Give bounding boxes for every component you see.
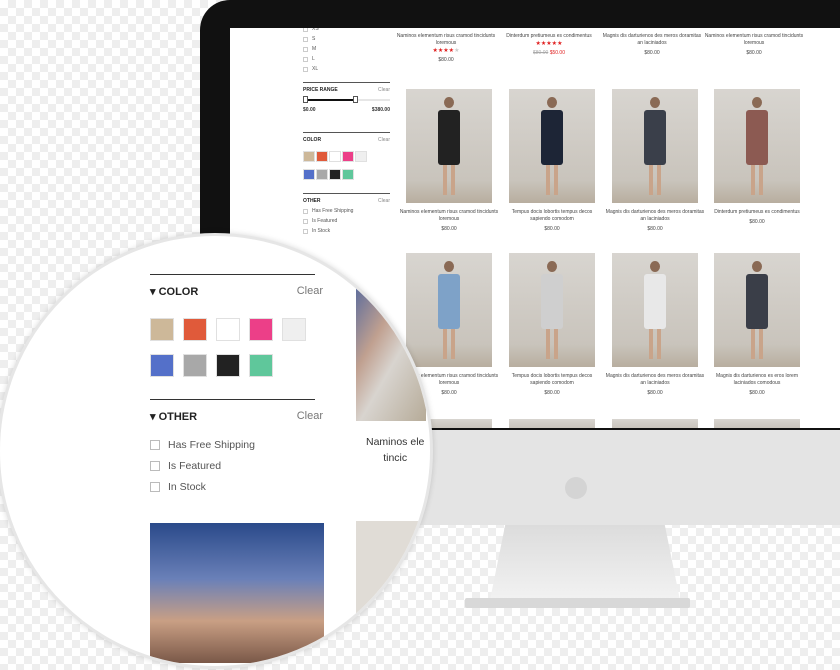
product-name[interactable]: Tempus docis lobortis tempus decos sapie… — [502, 209, 602, 223]
price: $80.00 — [441, 390, 457, 396]
product-name[interactable]: Naminos elementum risus cramod tincidunt… — [704, 33, 804, 47]
product-image[interactable] — [406, 89, 492, 203]
product-image[interactable] — [714, 253, 800, 367]
option-featured[interactable]: Is Featured — [150, 460, 221, 472]
price: $80.00 — [441, 226, 457, 232]
product-name[interactable]: Magnis dis darturienos des meros doramit… — [605, 373, 705, 387]
product-image[interactable] — [356, 256, 426, 421]
color-swatch[interactable] — [183, 354, 207, 377]
color-swatch[interactable] — [216, 318, 240, 341]
product-card[interactable]: Magnis dis darturienos des meros doramit… — [605, 89, 705, 232]
product-card[interactable]: Tempus docis lobortis tempus decos sapie… — [502, 253, 602, 396]
product-image[interactable] — [714, 89, 800, 203]
price: $50.00 — [549, 50, 565, 56]
product-name[interactable]: Dinterdum pretiumeus es condimentus — [707, 209, 807, 216]
price: $80.00 — [647, 390, 663, 396]
price: $80.00 — [749, 219, 765, 225]
product-name[interactable]: Naminos elementum risus cramod tincidunt… — [399, 209, 499, 223]
product-card[interactable]: Magnis dis darturienos es eros lorem lac… — [707, 253, 807, 396]
color-swatches — [150, 318, 320, 382]
product-image[interactable] — [612, 89, 698, 203]
checkbox[interactable] — [150, 461, 160, 471]
product-image[interactable] — [714, 419, 800, 428]
product-name[interactable]: Naminos ele tincic — [366, 434, 424, 466]
product-name[interactable]: Naminos elementum risus cramod tincidunt… — [396, 33, 496, 47]
product-image[interactable] — [356, 521, 426, 661]
color-swatch[interactable] — [150, 354, 174, 377]
product-card[interactable]: Naminos elementum risus cramod tincidunt… — [396, 33, 496, 63]
magnifier-lens: ▾ COLOR Clear ▾ OTHER Clear Has Free Shipp… — [0, 233, 433, 669]
clear-button[interactable]: Clear — [297, 410, 323, 423]
price: $80.00 — [544, 390, 560, 396]
checkbox[interactable] — [150, 440, 160, 450]
product-image[interactable] — [612, 253, 698, 367]
product-card[interactable]: Magnis dis darturienos des meros doramit… — [605, 253, 705, 396]
product-image[interactable] — [509, 253, 595, 367]
price: $80.00 — [544, 226, 560, 232]
color-swatch[interactable] — [183, 318, 207, 341]
option-label: In Stock — [168, 481, 206, 493]
price: $80.00 — [749, 390, 765, 396]
color-swatch[interactable] — [150, 318, 174, 341]
product-name[interactable]: Magnis dis darturienos des meros doramit… — [605, 209, 705, 223]
product-card[interactable]: Naminos elementum risus cramod tincidunt… — [399, 89, 499, 232]
product-card[interactable]: Tempus docis lobortis tempus decos sapie… — [502, 89, 602, 232]
checkbox[interactable] — [150, 482, 160, 492]
other-header: ▾ OTHER Clear — [150, 399, 323, 423]
product-name[interactable]: Tempus docis lobortis tempus decos sapie… — [502, 373, 602, 387]
product-card[interactable]: Naminos elementum risus cramod tincidunt… — [704, 33, 804, 56]
old-price: $80.00 — [533, 50, 549, 56]
option-in-stock[interactable]: In Stock — [150, 481, 206, 493]
color-swatch[interactable] — [216, 354, 240, 377]
product-image[interactable] — [150, 523, 324, 663]
product-card[interactable]: Magnis dis darturienos des meros doramit… — [602, 33, 702, 56]
product-image[interactable] — [509, 89, 595, 203]
option-free-shipping[interactable]: Has Free Shipping — [150, 439, 255, 451]
product-card[interactable]: Dinterdum pretiumeus es condimentus ★★★★★… — [499, 33, 599, 56]
product-name[interactable]: Magnis dis darturienos des meros doramit… — [602, 33, 702, 47]
product-name[interactable]: Magnis dis darturienos es eros lorem lac… — [707, 373, 807, 387]
monitor-base — [465, 598, 690, 608]
product-image[interactable] — [612, 419, 698, 428]
price: $80.00 — [647, 226, 663, 232]
product-image[interactable] — [509, 419, 595, 428]
clear-button[interactable]: Clear — [297, 285, 323, 298]
product-name[interactable]: Dinterdum pretiumeus es condimentus — [499, 33, 599, 40]
monitor-stand — [490, 525, 680, 600]
option-label: Is Featured — [168, 460, 222, 472]
price: $80.00 — [746, 50, 762, 56]
color-header: ▾ COLOR Clear — [150, 274, 323, 298]
camera-icon — [565, 477, 587, 499]
section-title: ▾ COLOR — [150, 286, 199, 298]
rating-stars: ★★★★★ — [432, 48, 460, 54]
color-swatch[interactable] — [249, 354, 273, 377]
section-title: ▾ OTHER — [150, 411, 198, 423]
price: $80.00 — [644, 50, 660, 56]
product-card[interactable]: Dinterdum pretiumeus es condimentus $80.0… — [707, 89, 807, 225]
color-swatch[interactable] — [249, 318, 273, 341]
rating-stars: ★★★★★ — [535, 41, 563, 47]
color-swatch[interactable] — [282, 318, 306, 341]
price: $80.00 — [438, 57, 454, 63]
option-label: Has Free Shipping — [168, 439, 255, 451]
